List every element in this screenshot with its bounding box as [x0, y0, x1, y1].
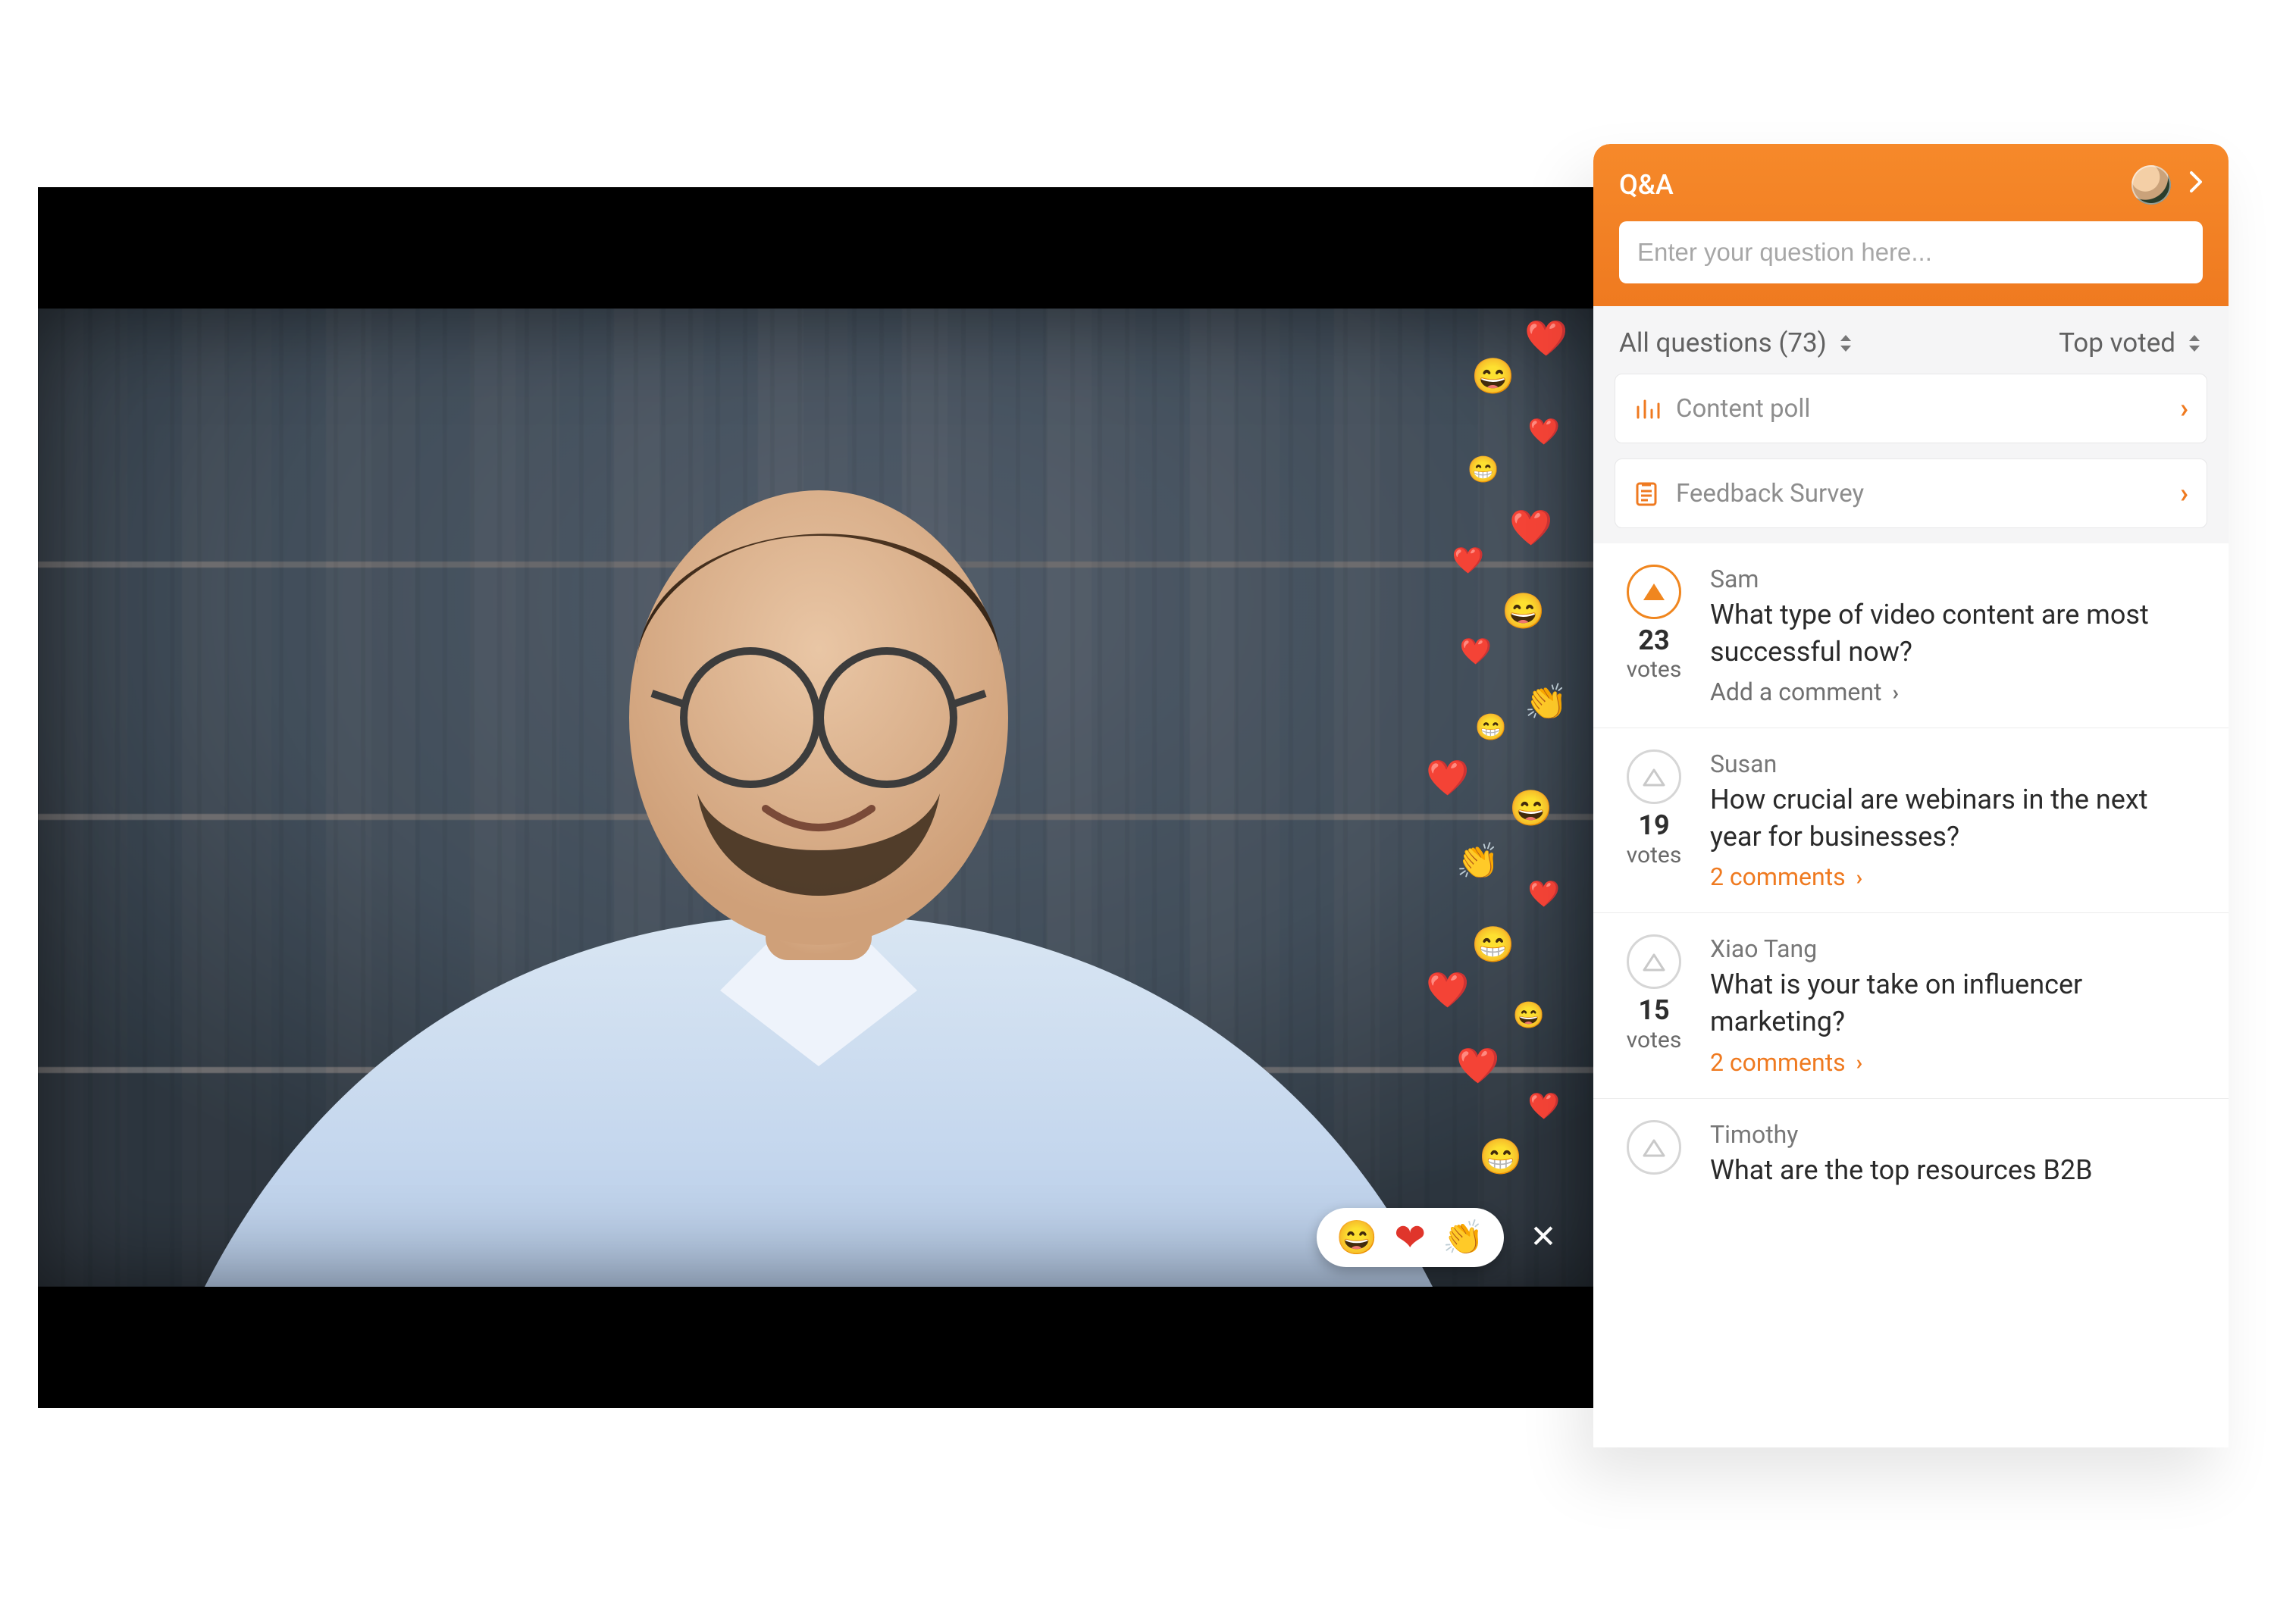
upvote-button[interactable]: [1627, 1120, 1681, 1175]
vote-count: 19: [1616, 810, 1692, 841]
author-name: Susan: [1710, 749, 2206, 778]
poll-icon: [1633, 395, 1664, 422]
heart-icon: ❤️: [1527, 415, 1561, 449]
heart-icon: ❤️: [1455, 1044, 1501, 1089]
sort-icon: [1837, 333, 1854, 353]
author-name: Xiao Tang: [1710, 934, 2206, 963]
author-name: Sam: [1710, 565, 2206, 593]
grin-emoji-icon: 😄: [1508, 786, 1554, 831]
sort-icon: [2186, 333, 2203, 353]
chevron-right-icon: ›: [1892, 680, 1898, 705]
comments-link[interactable]: 2 comments ›: [1710, 862, 1862, 891]
heart-icon: ❤️: [1451, 543, 1486, 578]
heart-icon: ❤️: [1425, 756, 1471, 801]
reaction-grin-button[interactable]: 😄: [1336, 1218, 1378, 1257]
vote-count: 15: [1616, 995, 1692, 1026]
grin-emoji-icon: 😁: [1471, 922, 1516, 968]
heart-icon: ❤️: [1524, 316, 1569, 361]
chevron-right-icon: ›: [2180, 393, 2188, 424]
grin-emoji-icon: 😄: [1511, 998, 1546, 1033]
upvote-button[interactable]: [1627, 565, 1681, 619]
question-item: 23 votes Sam What type of video content …: [1593, 543, 2229, 728]
questions-list: 23 votes Sam What type of video content …: [1593, 543, 2229, 1209]
chevron-right-icon: ›: [1856, 865, 1862, 890]
pinned-items: Content poll › Feedback Survey ›: [1593, 374, 2229, 543]
question-item: Timothy What are the top resources B2B: [1593, 1099, 2229, 1210]
heart-icon: ❤️: [1508, 505, 1554, 551]
video-vignette: [38, 308, 1596, 1287]
question-item: 15 votes Xiao Tang What is your take on …: [1593, 913, 2229, 1098]
feedback-survey-row[interactable]: Feedback Survey ›: [1615, 458, 2207, 528]
question-text: How crucial are webinars in the next yea…: [1710, 781, 2206, 855]
question-text: What is your take on influencer marketin…: [1710, 966, 2206, 1040]
upvote-button[interactable]: [1627, 934, 1681, 989]
vote-label: votes: [1616, 1027, 1692, 1053]
grin-emoji-icon: 😄: [1501, 589, 1546, 634]
survey-icon: [1633, 480, 1664, 507]
floating-reactions: ❤️ 😄 ❤️ 😁 ❤️ ❤️ 😄 ❤️ 👏 😁 ❤️ 😄 👏 ❤️ 😁 ❤️ …: [1402, 316, 1569, 1203]
reaction-close-button[interactable]: ✕: [1525, 1219, 1561, 1256]
comment-link-label: 2 comments: [1710, 862, 1846, 891]
grin-emoji-icon: 😁: [1478, 1134, 1524, 1180]
upvote-button[interactable]: [1627, 749, 1681, 804]
chevron-right-icon: [2189, 171, 2203, 193]
qa-header: Q&A: [1593, 144, 2229, 306]
question-item: 19 votes Susan How crucial are webinars …: [1593, 728, 2229, 913]
comment-link-label: 2 comments: [1710, 1048, 1846, 1077]
user-avatar[interactable]: [2131, 165, 2171, 205]
question-input-wrap: [1619, 221, 2203, 283]
heart-icon: ❤️: [1458, 634, 1493, 669]
qa-title: Q&A: [1619, 169, 1674, 201]
triangle-up-icon: [1641, 951, 1667, 972]
reaction-heart-button[interactable]: ❤: [1394, 1216, 1426, 1260]
vote-label: votes: [1616, 842, 1692, 868]
triangle-up-icon: [1641, 766, 1667, 787]
heart-icon: ❤️: [1425, 968, 1471, 1013]
clap-emoji-icon: 👏: [1455, 839, 1501, 884]
question-text: What are the top resources B2B: [1710, 1152, 2206, 1189]
vote-count: 23: [1616, 625, 1692, 656]
question-text: What type of video content are most succ…: [1710, 596, 2206, 670]
reaction-clap-button[interactable]: 👏: [1442, 1218, 1484, 1257]
grin-emoji-icon: 😄: [1471, 354, 1516, 399]
video-feed[interactable]: ❤️ 😄 ❤️ 😁 ❤️ ❤️ 😄 ❤️ 👏 😁 ❤️ 😄 👏 ❤️ 😁 ❤️ …: [38, 308, 1596, 1287]
collapse-panel-button[interactable]: [2189, 171, 2203, 199]
grin-emoji-icon: 😁: [1474, 710, 1508, 745]
author-name: Timothy: [1710, 1120, 2206, 1149]
triangle-up-icon: [1641, 581, 1667, 602]
clap-emoji-icon: 👏: [1524, 680, 1569, 725]
add-comment-link[interactable]: Add a comment ›: [1710, 677, 1899, 706]
sort-dropdown[interactable]: Top voted: [2059, 327, 2203, 358]
heart-icon: ❤️: [1527, 877, 1561, 912]
qa-panel: Q&A All questions (73) Top vo: [1593, 144, 2229, 1447]
filter-all-dropdown[interactable]: All questions (73): [1619, 327, 1854, 358]
question-input[interactable]: [1637, 238, 2185, 267]
content-poll-label: Content poll: [1676, 394, 2180, 424]
triangle-up-icon: [1641, 1137, 1667, 1158]
reaction-picker: 😄 ❤ 👏: [1317, 1208, 1505, 1267]
filter-all-label: All questions (73): [1619, 327, 1827, 358]
comments-link[interactable]: 2 comments ›: [1710, 1048, 1862, 1077]
heart-icon: ❤️: [1527, 1089, 1561, 1124]
comment-link-label: Add a comment: [1710, 677, 1881, 706]
grin-emoji-icon: 😁: [1466, 452, 1501, 487]
feedback-survey-label: Feedback Survey: [1676, 479, 2180, 508]
vote-label: votes: [1616, 656, 1692, 683]
sort-label: Top voted: [2059, 327, 2175, 358]
chevron-right-icon: ›: [1856, 1050, 1862, 1075]
content-poll-row[interactable]: Content poll ›: [1615, 374, 2207, 443]
video-area: ❤️ 😄 ❤️ 😁 ❤️ ❤️ 😄 ❤️ 👏 😁 ❤️ 😄 👏 ❤️ 😁 ❤️ …: [38, 187, 1596, 1408]
chevron-right-icon: ›: [2180, 477, 2188, 509]
qa-filters: All questions (73) Top voted: [1593, 306, 2229, 374]
reaction-tray: 😄 ❤ 👏 ✕: [1317, 1208, 1562, 1267]
